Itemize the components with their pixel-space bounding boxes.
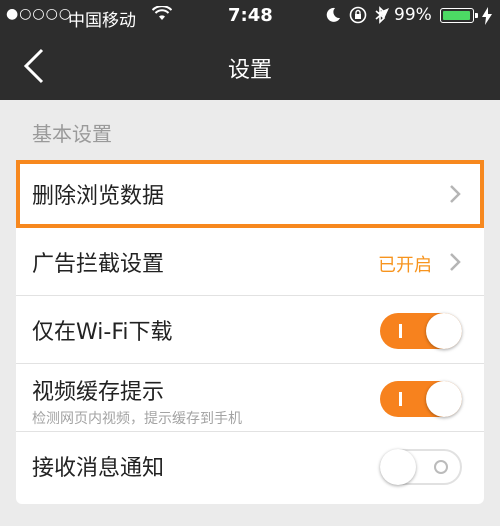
battery-fill bbox=[443, 11, 470, 20]
ad-block-status: 已开启 bbox=[378, 255, 432, 276]
chevron-right-icon bbox=[450, 185, 461, 203]
battery-percentage: 99% bbox=[394, 5, 432, 25]
toggle-on-mark bbox=[399, 324, 402, 338]
wifi-only-toggle[interactable] bbox=[380, 313, 462, 349]
toggle-knob bbox=[426, 381, 462, 417]
toggle-knob bbox=[380, 449, 416, 485]
row-label: 广告拦截设置 bbox=[32, 252, 165, 277]
row-label: 接收消息通知 bbox=[32, 456, 165, 481]
settings-row-clear-browsing-data[interactable]: 删除浏览数据 bbox=[16, 160, 484, 228]
rotation-lock-icon bbox=[349, 6, 367, 24]
row-description: 检测网页内视频，提示缓存到手机 bbox=[32, 411, 242, 427]
section-header: 基本设置 bbox=[32, 122, 112, 146]
row-label: 视频缓存提示 bbox=[32, 380, 165, 405]
settings-row-wifi-only-download: 仅在Wi-Fi下载 bbox=[16, 296, 484, 364]
toggle-off-mark bbox=[434, 460, 448, 474]
notifications-toggle[interactable] bbox=[380, 449, 462, 485]
video-cache-toggle[interactable] bbox=[380, 381, 462, 417]
settings-list: 删除浏览数据 广告拦截设置 已开启 仅在Wi-Fi下载 视频缓存提示 检测网页内… bbox=[16, 160, 484, 504]
page-title: 设置 bbox=[227, 58, 272, 83]
row-label: 仅在Wi-Fi下载 bbox=[32, 320, 173, 345]
toggle-knob bbox=[426, 313, 462, 349]
clock-time: 7:48 bbox=[228, 5, 273, 26]
chevron-right-icon bbox=[450, 253, 461, 271]
toggle-on-mark bbox=[399, 392, 402, 406]
wifi-icon bbox=[152, 6, 172, 20]
battery-icon bbox=[440, 8, 478, 23]
settings-row-video-cache-prompt: 视频缓存提示 检测网页内视频，提示缓存到手机 bbox=[16, 364, 484, 432]
bluetooth-icon bbox=[375, 6, 386, 24]
row-label: 删除浏览数据 bbox=[32, 184, 165, 209]
status-bar: ●○○○○ 中国移动 7:48 99% bbox=[0, 0, 500, 32]
signal-strength-icon: ●○○○○ bbox=[6, 6, 73, 22]
settings-row-receive-notifications: 接收消息通知 bbox=[16, 432, 484, 500]
settings-row-ad-block[interactable]: 广告拦截设置 已开启 bbox=[16, 228, 484, 296]
navigation-bar: 设置 bbox=[0, 32, 500, 100]
top-bar: ●○○○○ 中国移动 7:48 99% 设置 bbox=[0, 0, 500, 100]
battery-nub bbox=[475, 13, 478, 18]
carrier-name: 中国移动 bbox=[68, 11, 136, 31]
charging-bolt-icon bbox=[482, 7, 492, 25]
moon-icon bbox=[326, 7, 340, 22]
